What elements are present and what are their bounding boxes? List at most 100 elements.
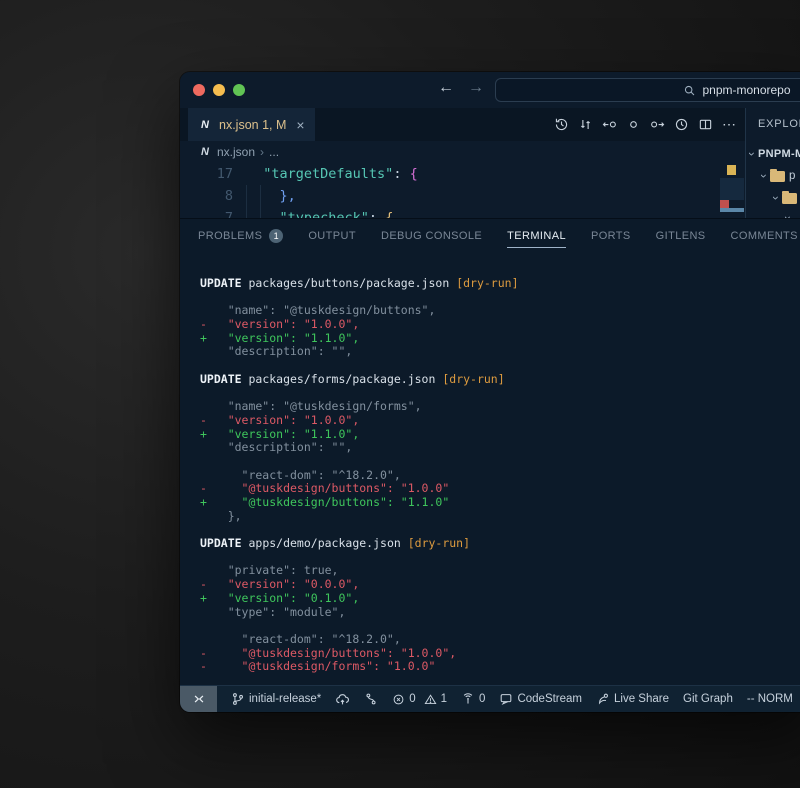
- terminal-line-add: + "@tuskdesign/buttons": "1.1.0": [200, 496, 800, 510]
- git-graph-button[interactable]: [364, 692, 378, 706]
- error-icon: [392, 693, 405, 706]
- history-icon[interactable]: [554, 117, 569, 132]
- search-value: pnpm-monorepo: [702, 83, 790, 97]
- tab-nx-json[interactable]: N nx.json 1, M ×: [188, 108, 315, 141]
- nx-file-icon: N: [198, 145, 212, 159]
- panel-tab-ports[interactable]: PORTS: [591, 219, 631, 253]
- explorer-folder-item[interactable]: › p: [762, 170, 795, 182]
- tab-close-icon[interactable]: ×: [296, 117, 304, 133]
- close-brace: },: [280, 188, 296, 204]
- breadcrumb-rest[interactable]: ...: [269, 145, 279, 159]
- terminal-line-del: - "@tuskdesign/buttons": "1.0.0": [200, 482, 800, 496]
- line-number: 8: [180, 185, 233, 207]
- live-share-status[interactable]: Live Share: [596, 692, 669, 706]
- terminal-line-ctx: "private": true,: [200, 564, 800, 578]
- split-editor-icon[interactable]: [698, 117, 713, 132]
- code-line: 8 },: [180, 185, 745, 207]
- panel-tab-output[interactable]: OUTPUT: [308, 219, 356, 253]
- breadcrumb-file[interactable]: nx.json: [217, 145, 255, 159]
- panel-tab-label: DEBUG CONSOLE: [381, 230, 482, 242]
- line-number: 7: [180, 207, 233, 218]
- compare-changes-icon[interactable]: [578, 117, 593, 132]
- panel-tab-label: GITLENS: [656, 230, 706, 242]
- terminal-line-blank: [200, 619, 800, 633]
- terminal-line-header: UPDATE packages/buttons/package.json [dr…: [200, 277, 800, 291]
- nx-file-icon: N: [198, 118, 212, 132]
- status-bar: initial-release* 0 1 0 CodeStream Live S…: [180, 685, 800, 712]
- panel-tab-label: TERMINAL: [507, 230, 566, 242]
- next-change-icon[interactable]: [650, 117, 665, 132]
- folder-label: p: [789, 170, 795, 182]
- explorer-root-item[interactable]: › PNPM-M: [750, 148, 800, 160]
- branch-name: initial-release*: [249, 693, 321, 705]
- explorer-header: EXPLORER: [758, 118, 800, 130]
- code-editor[interactable]: 17 "targetDefaults": { 8 }, 7 "typecheck…: [180, 163, 745, 218]
- git-graph-status[interactable]: Git Graph: [683, 693, 733, 705]
- tab-label: nx.json 1, M: [219, 118, 286, 132]
- folder-icon: [770, 171, 785, 182]
- breadcrumb[interactable]: N nx.json › ...: [180, 141, 745, 163]
- explorer-folder-item[interactable]: ›: [774, 192, 800, 204]
- warning-icon: [424, 693, 437, 706]
- vim-mode-status[interactable]: -- NORM: [747, 693, 793, 705]
- panel-tab-comments[interactable]: COMMENTS: [731, 219, 798, 253]
- commit-graph-icon: [364, 692, 378, 706]
- maximize-window-button[interactable]: [233, 84, 245, 96]
- publish-button[interactable]: [335, 692, 350, 707]
- panel-tab-label: PORTS: [591, 230, 631, 242]
- panel-tab-label: OUTPUT: [308, 230, 356, 242]
- terminal-line-ctx: "react-dom": "^18.2.0",: [200, 469, 800, 483]
- terminal-line-blank: [200, 551, 800, 565]
- update-keyword: UPDATE: [200, 276, 242, 290]
- panel-tab-gitlens[interactable]: GITLENS: [656, 219, 706, 253]
- gitlens-circle-icon[interactable]: [626, 117, 641, 132]
- scrollbar-thumb[interactable]: [720, 178, 744, 200]
- json-key: "targetDefaults": [263, 166, 393, 182]
- terminal-line-del: - "@tuskdesign/buttons": "1.0.0",: [200, 647, 800, 661]
- line-number: 17: [180, 163, 233, 185]
- search-icon: [683, 84, 696, 97]
- minimap-viewport-bar: [720, 208, 744, 212]
- terminal-line-add: + "version": "1.1.0",: [200, 428, 800, 442]
- panel-tab-label: COMMENTS: [731, 230, 798, 242]
- terminal-line-header: UPDATE packages/forms/package.json [dry-…: [200, 373, 800, 387]
- package-path: packages/buttons/package.json: [242, 276, 457, 290]
- feedback-status[interactable]: 0: [461, 692, 485, 706]
- warning-count: 1: [441, 693, 447, 705]
- terminal-line-ctx: "react-dom": "^18.2.0",: [200, 633, 800, 647]
- problems-status[interactable]: 0 1: [392, 693, 447, 706]
- panel-tab-problems[interactable]: PROBLEMS1: [198, 219, 283, 253]
- nav-forward-arrow[interactable]: →: [468, 79, 484, 97]
- panel-tab-label: PROBLEMS: [198, 230, 262, 242]
- terminal-line-add: + "version": "0.1.0",: [200, 592, 800, 606]
- more-actions-icon[interactable]: ⋯: [722, 116, 737, 133]
- traffic-lights: [193, 84, 245, 96]
- timeline-clock-icon[interactable]: [674, 117, 689, 132]
- terminal-line-blank: [200, 455, 800, 469]
- terminal-line-ctx: "name": "@tuskdesign/buttons",: [200, 304, 800, 318]
- remote-indicator[interactable]: [180, 686, 217, 712]
- minimize-window-button[interactable]: [213, 84, 225, 96]
- nav-back-arrow[interactable]: ←: [438, 79, 454, 97]
- codestream-label: CodeStream: [517, 693, 582, 705]
- codestream-status[interactable]: CodeStream: [499, 692, 582, 706]
- package-path: apps/demo/package.json: [242, 536, 408, 550]
- indent-guide: [246, 185, 247, 218]
- close-window-button[interactable]: [193, 84, 205, 96]
- terminal-line-add: + "version": "1.1.0",: [200, 332, 800, 346]
- code-line: 7 "typecheck": {: [180, 207, 745, 218]
- panel-tab-debug-console[interactable]: DEBUG CONSOLE: [381, 219, 482, 253]
- panel-tab-terminal[interactable]: TERMINAL: [507, 219, 566, 253]
- dry-run-tag: [dry-run]: [442, 372, 504, 386]
- previous-change-icon[interactable]: [602, 117, 617, 132]
- broadcast-count: 0: [479, 693, 485, 705]
- indent-guide: [260, 185, 261, 218]
- json-key: "typecheck": [280, 210, 369, 218]
- command-center-search[interactable]: pnpm-monorepo: [495, 78, 800, 102]
- minimap-modified-mark: [727, 165, 736, 175]
- terminal-line-ctx: "name": "@tuskdesign/forms",: [200, 400, 800, 414]
- terminal-line-ctx: "description": "",: [200, 345, 800, 359]
- git-branch-item[interactable]: initial-release*: [231, 692, 321, 706]
- chevron-down-icon: ›: [746, 152, 758, 156]
- vscode-window: ← → pnpm-monorepo N nx.json 1, M ×: [180, 72, 800, 712]
